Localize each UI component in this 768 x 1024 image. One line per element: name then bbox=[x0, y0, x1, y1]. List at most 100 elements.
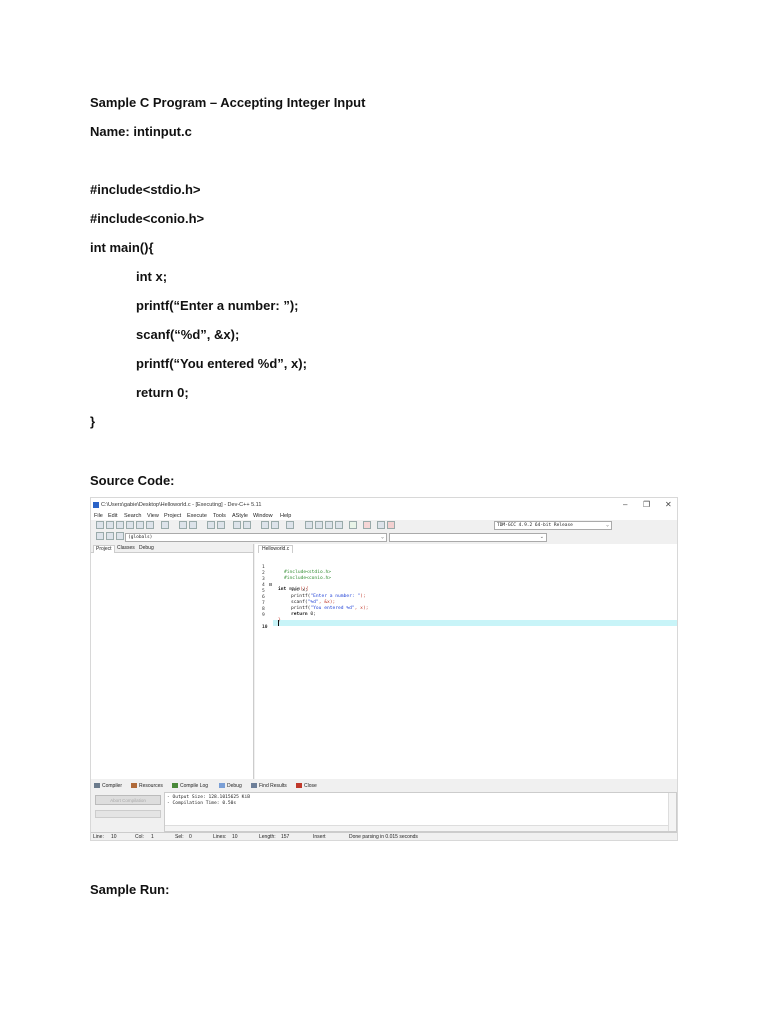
status-mode: Insert bbox=[313, 834, 326, 840]
code-text: #include<stdio.h> bbox=[284, 570, 332, 575]
status-message: Done parsing in 0.015 seconds bbox=[349, 834, 418, 840]
tab-label: Debug bbox=[227, 783, 242, 789]
save-all-icon[interactable] bbox=[126, 521, 134, 529]
code-line-scanf: scanf(“%d”, &x); bbox=[136, 327, 240, 342]
close-file-icon[interactable] bbox=[136, 521, 144, 529]
minimize-button[interactable]: – bbox=[623, 500, 627, 509]
menu-window[interactable]: Window bbox=[253, 513, 273, 519]
code-line-printf-result: printf(“You entered %d”, x); bbox=[136, 356, 307, 371]
run-icon[interactable] bbox=[315, 521, 323, 529]
close-all-icon[interactable] bbox=[146, 521, 154, 529]
code-symbol: , &x); bbox=[318, 600, 336, 605]
menu-file[interactable]: File bbox=[94, 513, 103, 519]
status-col-label: Col: bbox=[135, 834, 144, 840]
new-file-icon[interactable] bbox=[96, 521, 104, 529]
document-title: Sample C Program – Accepting Integer Inp… bbox=[90, 95, 366, 110]
stop-execution-icon[interactable] bbox=[363, 521, 371, 529]
tab-close[interactable]: Close bbox=[296, 783, 317, 789]
menu-tools[interactable]: Tools bbox=[213, 513, 226, 519]
menu-astyle[interactable]: AStyle bbox=[232, 513, 248, 519]
bookmark-icon[interactable] bbox=[243, 521, 251, 529]
editor-tab-helloworld[interactable]: Helloworld.c bbox=[258, 545, 294, 553]
panel-tabs: Project Classes Debug bbox=[91, 544, 253, 553]
code-area[interactable]: 1 #include<stdio.h> 2 #include<conio.h> … bbox=[255, 556, 677, 779]
compile-log[interactable]: - Output Size: 128.1015625 KiB - Compila… bbox=[164, 792, 677, 832]
tab-compiler[interactable]: Compiler bbox=[94, 783, 122, 789]
ide-window-title: C:\Users\gabie\Desktop\Helloworld.c - [E… bbox=[101, 502, 262, 508]
code-editor[interactable]: Helloworld.c 1 #include<stdio.h> 2 #incl… bbox=[255, 544, 677, 779]
toggle-comment-icon[interactable] bbox=[286, 521, 294, 529]
status-sel-value: 0 bbox=[189, 834, 192, 840]
menu-help[interactable]: Help bbox=[280, 513, 291, 519]
chevron-down-icon: ⌄ bbox=[605, 522, 609, 528]
scope-select[interactable]: (globals) ⌄ bbox=[125, 533, 387, 542]
maximize-button[interactable]: ❐ bbox=[643, 500, 650, 509]
undo-icon[interactable] bbox=[179, 521, 187, 529]
menu-view[interactable]: View bbox=[147, 513, 159, 519]
code-line-main: int main(){ bbox=[90, 240, 154, 255]
tab-label: Resources bbox=[139, 783, 163, 789]
compiler-select[interactable]: TDM-GCC 4.9.2 64-bit Release ⌄ bbox=[494, 521, 612, 530]
tab-debug-bottom[interactable]: Debug bbox=[219, 783, 242, 789]
save-icon[interactable] bbox=[116, 521, 124, 529]
code-line-return: return 0; bbox=[136, 385, 189, 400]
tab-find-results[interactable]: Find Results bbox=[251, 783, 287, 789]
replace-icon[interactable] bbox=[217, 521, 225, 529]
menu-execute[interactable]: Execute bbox=[187, 513, 207, 519]
source-code-heading: Source Code: bbox=[90, 473, 175, 488]
class-toolbar: (globals) ⌄ ⌄ bbox=[91, 531, 677, 543]
check-icon bbox=[219, 783, 225, 789]
status-line-value: 10 bbox=[111, 834, 117, 840]
resources-icon bbox=[131, 783, 137, 789]
chevron-down-icon: ⌄ bbox=[539, 534, 544, 540]
code-string: "You entered %d" bbox=[310, 606, 355, 611]
menu-project[interactable]: Project bbox=[164, 513, 181, 519]
syntax-check-icon[interactable] bbox=[349, 521, 357, 529]
code-line-close-brace: } bbox=[90, 414, 96, 429]
menu-edit[interactable]: Edit bbox=[108, 513, 117, 519]
close-window-button[interactable]: ✕ bbox=[665, 500, 672, 509]
rebuild-all-icon[interactable] bbox=[335, 521, 343, 529]
menu-bar: File Edit Search View Project Execute To… bbox=[91, 512, 677, 520]
redo-icon[interactable] bbox=[189, 521, 197, 529]
code-text: printf( bbox=[291, 606, 311, 611]
goto-bookmark-icon[interactable] bbox=[116, 532, 124, 540]
unindent-icon[interactable] bbox=[271, 521, 279, 529]
print-icon[interactable] bbox=[161, 521, 169, 529]
tab-classes[interactable]: Classes bbox=[115, 545, 137, 553]
log-vertical-scrollbar[interactable] bbox=[668, 793, 676, 831]
profile-icon[interactable] bbox=[377, 521, 385, 529]
tab-label: Close bbox=[304, 783, 317, 789]
code-string: "Enter a number: " bbox=[310, 594, 361, 599]
code-line-declare-x: int x; bbox=[136, 269, 168, 284]
active-line-highlight bbox=[273, 620, 677, 626]
tab-compile-log[interactable]: Compile Log bbox=[172, 783, 208, 789]
tab-label: Compiler bbox=[102, 783, 123, 789]
devcpp-app-icon bbox=[93, 502, 99, 508]
tab-debug[interactable]: Debug bbox=[137, 545, 156, 553]
open-file-icon[interactable] bbox=[106, 521, 114, 529]
grid-icon bbox=[94, 783, 100, 789]
compile-icon[interactable] bbox=[305, 521, 313, 529]
compile-run-icon[interactable] bbox=[325, 521, 333, 529]
main-toolbar: TDM-GCC 4.9.2 64-bit Release ⌄ bbox=[91, 520, 677, 531]
abort-compilation-button[interactable]: Abort Compilation bbox=[95, 795, 161, 805]
project-panel: Project Classes Debug bbox=[91, 544, 254, 779]
ide-screenshot: C:\Users\gabie\Desktop\Helloworld.c - [E… bbox=[90, 497, 678, 841]
menu-search[interactable]: Search bbox=[124, 513, 141, 519]
toggle-bookmark-icon[interactable] bbox=[106, 532, 114, 540]
insert-icon[interactable] bbox=[96, 532, 104, 540]
status-col-value: 1 bbox=[151, 834, 154, 840]
log-horizontal-scrollbar[interactable] bbox=[165, 825, 668, 831]
scope-select-value: (globals) bbox=[128, 535, 153, 540]
goto-line-icon[interactable] bbox=[233, 521, 241, 529]
delete-profile-icon[interactable] bbox=[387, 521, 395, 529]
indent-icon[interactable] bbox=[261, 521, 269, 529]
tab-resources[interactable]: Resources bbox=[131, 783, 163, 789]
code-text: scanf( bbox=[291, 600, 308, 605]
function-select[interactable]: ⌄ bbox=[389, 533, 547, 542]
tab-project[interactable]: Project bbox=[93, 545, 115, 553]
find-icon[interactable] bbox=[207, 521, 215, 529]
shorten-paths-checkbox-area[interactable] bbox=[95, 810, 161, 818]
line-number: 9 bbox=[262, 613, 265, 618]
